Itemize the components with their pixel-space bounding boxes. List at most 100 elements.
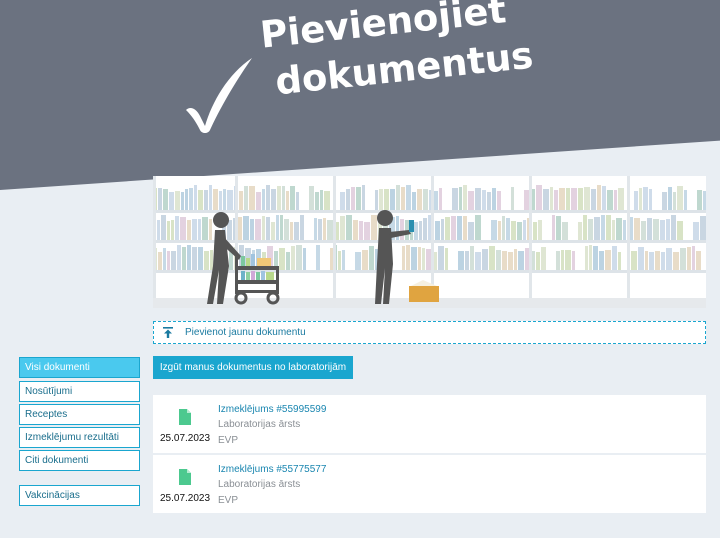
- shelf-book: [647, 218, 652, 240]
- shelf-book: [638, 247, 644, 270]
- shelf-book: [673, 192, 676, 210]
- shelf-book: [498, 221, 501, 240]
- shelf-book: [324, 191, 330, 210]
- shelf-book: [300, 215, 304, 240]
- shelf-book: [290, 222, 293, 240]
- shelf-book: [566, 188, 570, 210]
- shelf-book: [671, 215, 676, 240]
- document-date: 25.07.2023: [160, 493, 211, 504]
- shelf-book: [653, 219, 659, 240]
- shelf-book: [359, 221, 363, 240]
- shelf-book: [593, 246, 598, 270]
- shelf-book: [356, 187, 361, 210]
- shelf-book: [384, 189, 389, 210]
- shelf-book: [239, 191, 243, 210]
- shelf-book: [439, 188, 442, 210]
- shelf-book: [351, 187, 355, 210]
- shelf-book: [198, 247, 203, 270]
- shelf-book: [227, 190, 233, 210]
- shelf-book: [511, 221, 516, 240]
- shelf-book: [204, 251, 209, 270]
- shelf-book: [677, 221, 683, 240]
- shelf-book: [661, 252, 665, 270]
- shelf-book: [668, 187, 672, 210]
- library-illustration: [153, 176, 708, 308]
- file-icon: [179, 469, 191, 485]
- shelf-book: [643, 187, 648, 210]
- shelf-book: [612, 246, 617, 270]
- shelf-book: [414, 222, 418, 240]
- shelf-book: [457, 216, 462, 240]
- shelf-book: [371, 215, 377, 240]
- shelf-book: [202, 217, 208, 240]
- shelf-book: [589, 245, 592, 270]
- shelf-book: [518, 251, 524, 270]
- shelf-book: [171, 251, 176, 270]
- shelf-book: [286, 191, 289, 210]
- shelf-book: [309, 186, 314, 210]
- shelf-book: [280, 215, 283, 240]
- add-document-button[interactable]: Pievienot jaunu dokumentu: [153, 321, 706, 344]
- shelf-book: [400, 219, 404, 240]
- sidebar-item-other-documents[interactable]: Citi dokumenti: [19, 450, 140, 471]
- shelf-book: [213, 189, 218, 210]
- sidebar-item-test-results[interactable]: Izmeklējumu rezultāti: [19, 427, 140, 448]
- shelf-book: [209, 185, 212, 210]
- shelf-book: [266, 185, 270, 210]
- document-card[interactable]: 25.07.2023 Izmeklējums #55775577 Laborat…: [153, 455, 706, 513]
- shelf-post: [627, 176, 630, 300]
- shelf-book: [318, 219, 322, 240]
- shelf-post: [529, 176, 532, 300]
- shelf-book: [533, 222, 537, 240]
- shelf-book: [602, 186, 606, 210]
- fetch-lab-documents-button[interactable]: Izgūt manus dokumentus no laboratorijām: [153, 356, 353, 379]
- shelf-book: [475, 252, 481, 270]
- shelf-book: [591, 189, 596, 210]
- shelf-book: [198, 219, 201, 240]
- shelf-book: [541, 247, 546, 270]
- sidebar-item-all-documents[interactable]: Visi dokumenti: [19, 357, 140, 378]
- shelf-book: [198, 190, 203, 210]
- shelf-book: [219, 191, 222, 210]
- shelf-book: [182, 247, 186, 270]
- shelf-book: [506, 218, 510, 240]
- shelf-book: [243, 216, 249, 240]
- shelf-book: [223, 189, 226, 210]
- shelf-book: [623, 220, 626, 240]
- shelf-book: [290, 186, 295, 210]
- shelf-book: [687, 247, 691, 270]
- sidebar-item-vaccinations[interactable]: Vakcinācijas: [19, 485, 140, 506]
- document-card[interactable]: 25.07.2023 Izmeklējums #55995599 Laborat…: [153, 395, 706, 453]
- shelf-book: [296, 192, 299, 210]
- shelf-book: [276, 215, 279, 240]
- add-document-label: Pievienot jaunu dokumentu: [185, 327, 306, 338]
- shelf-book: [585, 246, 588, 270]
- shelf-book: [463, 185, 467, 210]
- shelf-book: [340, 192, 345, 210]
- file-icon: [179, 409, 191, 425]
- shelf-book: [163, 189, 168, 210]
- shelf-book: [634, 218, 640, 240]
- shelf-book: [571, 188, 577, 210]
- document-title-link[interactable]: Izmeklējums #55775577: [218, 464, 326, 475]
- shelf-book: [192, 219, 197, 240]
- shelf-book: [556, 216, 561, 240]
- shelf-book: [511, 187, 514, 210]
- document-title-link[interactable]: Izmeklējums #55995599: [218, 404, 326, 415]
- shelf-book: [369, 246, 374, 270]
- shelf-book: [572, 251, 575, 270]
- shelf-book: [342, 250, 345, 270]
- shelf-book: [316, 245, 320, 270]
- sidebar-item-prescriptions[interactable]: Receptes: [19, 404, 140, 425]
- shelf-book: [291, 246, 295, 270]
- shelf-book: [286, 252, 290, 270]
- shelf-book: [662, 192, 667, 210]
- shelf-book: [660, 220, 665, 240]
- sidebar-item-referrals[interactable]: Nosūtījumi: [19, 381, 140, 402]
- shelf-book: [210, 250, 213, 270]
- document-organization: EVP: [218, 435, 239, 446]
- shelf-book: [489, 246, 495, 270]
- shelf-book: [677, 186, 683, 210]
- shelf-book: [554, 190, 558, 210]
- shelf-book: [459, 187, 462, 210]
